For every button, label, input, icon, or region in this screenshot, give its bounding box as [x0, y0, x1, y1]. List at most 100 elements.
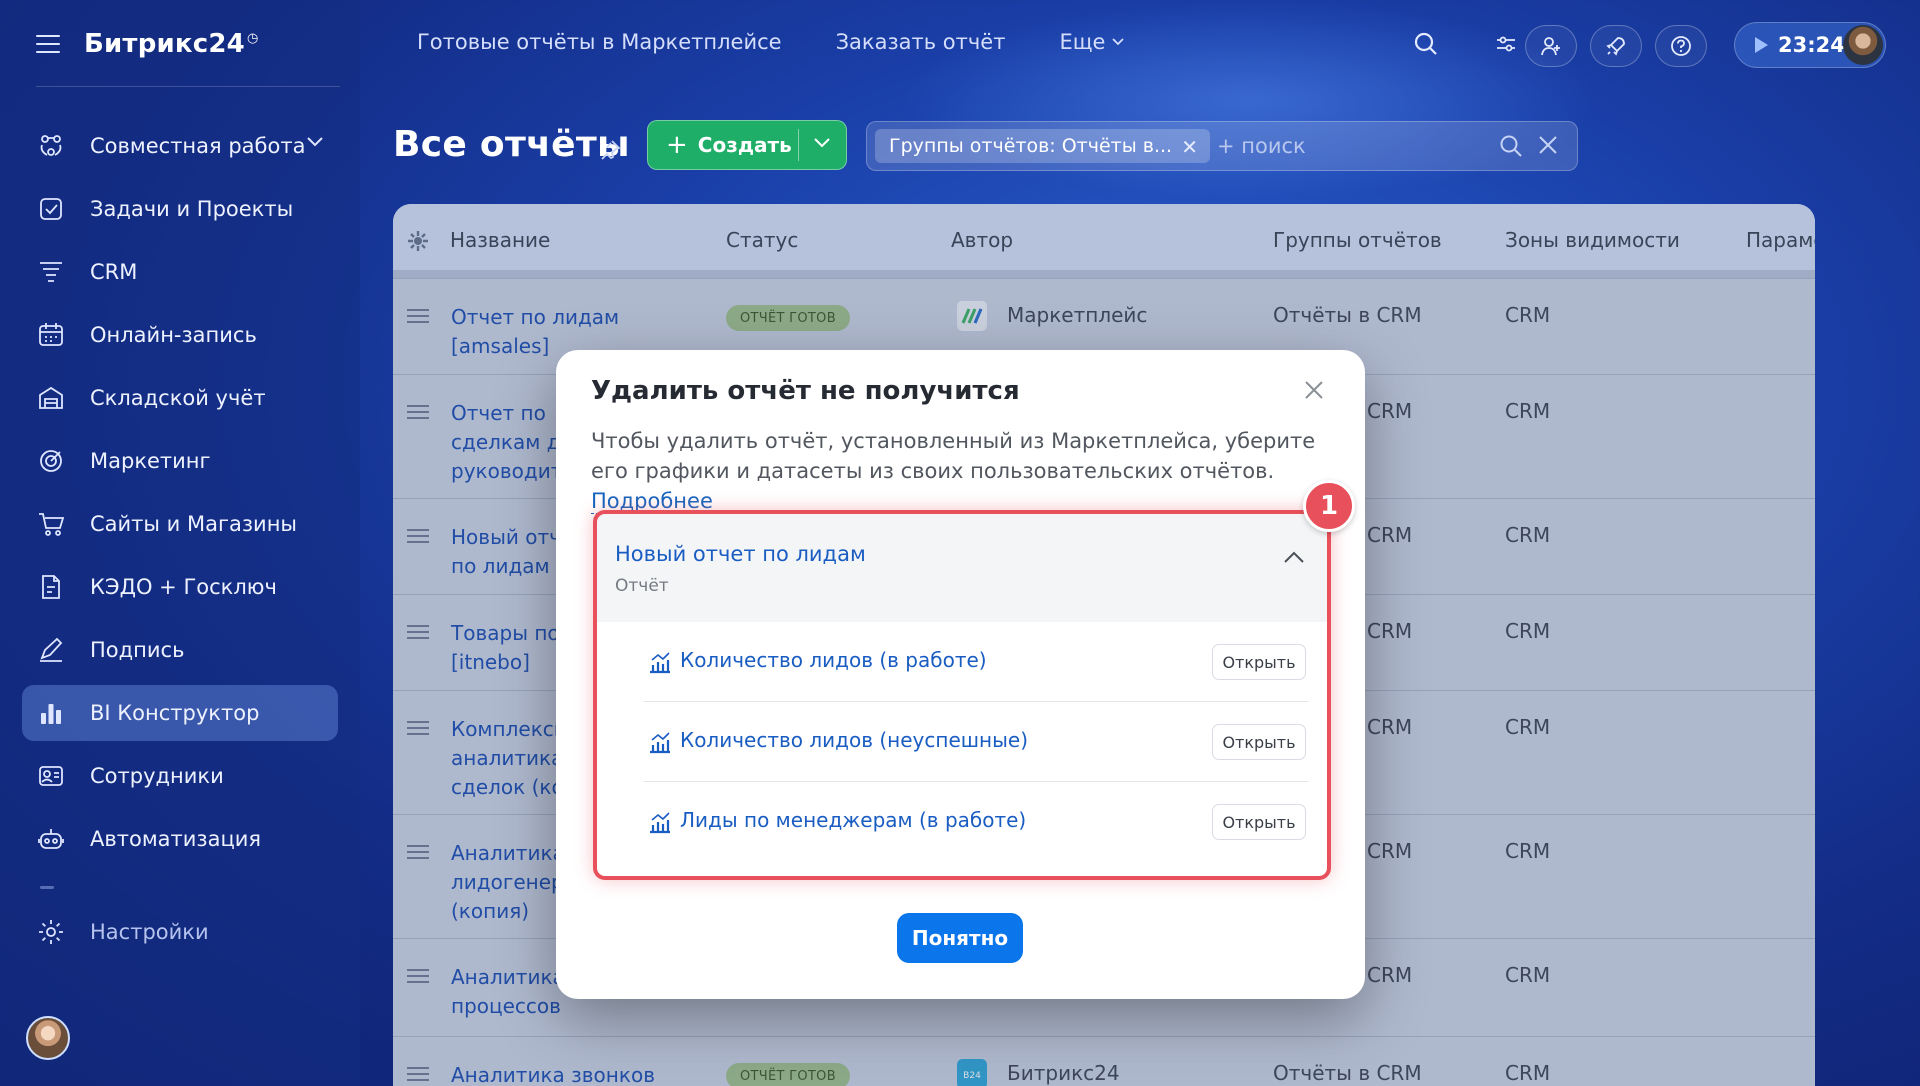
cart-icon: [36, 509, 66, 539]
pin-icon[interactable]: [598, 138, 622, 162]
menu-spacer: [22, 874, 338, 904]
sidebar-item-automation[interactable]: Автоматизация: [22, 811, 338, 867]
crm-icon: [36, 257, 66, 287]
create-label: Создать: [697, 133, 792, 157]
sidebar-item-label: CRM: [90, 260, 138, 284]
sidebar-item-employees[interactable]: Сотрудники: [22, 748, 338, 804]
sidebar-item-label: Онлайн-запись: [90, 323, 257, 347]
column-header-zones[interactable]: Зоны видимости: [1505, 228, 1680, 252]
sidebar-item-sites[interactable]: Сайты и Магазины: [22, 496, 338, 552]
rocket-button[interactable]: [1590, 25, 1642, 67]
search-icon[interactable]: [1499, 134, 1523, 158]
sliders-icon[interactable]: [1488, 26, 1524, 62]
employees-icon: [36, 761, 66, 791]
search-actions: [1499, 134, 1559, 158]
sidebar-item-label: Сайты и Магазины: [90, 512, 298, 536]
document-icon: [36, 572, 66, 602]
add-user-icon: [1541, 37, 1560, 56]
user-avatar[interactable]: [26, 1016, 70, 1060]
page-title: Все отчёты: [393, 124, 630, 165]
gear-icon: [36, 917, 66, 947]
sidebar-item-label: Совместная работа: [90, 134, 306, 158]
top-navigation: Готовые отчёты в Маркетплейсе Заказать о…: [417, 30, 1125, 54]
sidebar-item-label: Настройки: [90, 920, 209, 944]
highlight-frame: [593, 510, 1331, 880]
nav-marketplace-reports[interactable]: Готовые отчёты в Маркетплейсе: [417, 30, 782, 54]
sidebar-item-label: BI Конструктор: [90, 701, 260, 725]
close-icon[interactable]: ✕: [1181, 135, 1198, 159]
invite-user-button[interactable]: [1525, 25, 1577, 67]
search-icon[interactable]: [1408, 26, 1444, 62]
marketing-icon: [36, 446, 66, 476]
sidebar-item-bi-constructor[interactable]: BI Конструктор: [22, 685, 338, 741]
sidebar-item-label: Маркетинг: [90, 449, 211, 473]
gear-icon[interactable]: [407, 230, 429, 252]
create-separator: [798, 129, 799, 161]
column-header-params[interactable]: Параме: [1746, 228, 1815, 252]
rocket-icon: [1606, 37, 1625, 56]
dialog-title: Удалить отчёт не получится: [591, 376, 1020, 406]
column-header-groups[interactable]: Группы отчётов: [1273, 228, 1442, 252]
chevron-down-icon[interactable]: [306, 136, 324, 148]
sidebar-divider: [36, 86, 340, 87]
column-header-name[interactable]: Название: [450, 228, 550, 252]
dialog-message: Чтобы удалить отчёт, установленный из Ма…: [591, 429, 1316, 483]
clock-mark-icon: ◷: [246, 31, 259, 47]
sidebar-item-label: Задачи и Проекты: [90, 197, 294, 221]
filter-search-bar[interactable]: Группы отчётов: Отчёты в... ✕ + поиск: [866, 121, 1578, 171]
sidebar-item-label: Автоматизация: [90, 827, 262, 851]
tasks-icon: [36, 194, 66, 224]
brand-name: Битрикс24: [84, 29, 245, 59]
sidebar-item-label: Складской учёт: [90, 386, 266, 410]
signature-icon: [36, 635, 66, 665]
chevron-down-icon: [1112, 38, 1125, 46]
sidebar-item-marketing[interactable]: Маркетинг: [22, 433, 338, 489]
calendar-icon: [36, 320, 66, 350]
sidebar-item-booking[interactable]: Онлайн-запись: [22, 307, 338, 363]
logo-row: Битрикс24 ◷: [36, 26, 259, 62]
cannot-delete-dialog: Удалить отчёт не получится Чтобы удалить…: [556, 350, 1365, 999]
ok-button[interactable]: Понятно: [897, 913, 1023, 963]
bar-chart-icon: [36, 698, 66, 728]
help-button[interactable]: [1655, 25, 1707, 67]
column-header-status[interactable]: Статус: [726, 228, 798, 252]
nav-order-report[interactable]: Заказать отчёт: [836, 30, 1006, 54]
sidebar-item-label: Подпись: [90, 638, 185, 662]
sidebar: Битрикс24 ◷ Совместная работа Задачи и Пр…: [0, 0, 360, 1086]
robot-icon: [36, 824, 66, 854]
sidebar-item-kedo[interactable]: КЭДО + Госключ: [22, 559, 338, 615]
brand-logo[interactable]: Битрикс24 ◷: [84, 29, 259, 59]
nav-more-label: Еще: [1059, 30, 1106, 54]
clear-icon[interactable]: [1537, 134, 1559, 156]
menu-burger-icon[interactable]: [36, 35, 60, 53]
sidebar-item-label: Сотрудники: [90, 764, 224, 788]
help-icon: [1671, 36, 1691, 56]
sidebar-item-collab[interactable]: Совместная работа: [22, 118, 338, 174]
chevron-down-icon[interactable]: [813, 136, 831, 150]
filter-chip-label: Группы отчётов: Отчёты в...: [889, 135, 1173, 157]
step-number-badge: 1: [1303, 480, 1355, 532]
table-header: Название Статус Автор Группы отчётов Зон…: [393, 204, 1815, 278]
sidebar-item-settings[interactable]: Настройки: [22, 904, 338, 960]
nav-more[interactable]: Еще: [1059, 30, 1125, 54]
filter-chip[interactable]: Группы отчётов: Отчёты в... ✕: [875, 129, 1210, 163]
create-button[interactable]: + Создать: [647, 120, 847, 170]
sidebar-item-label: КЭДО + Госключ: [90, 575, 277, 599]
work-day-clock[interactable]: 23:24: [1734, 22, 1886, 68]
sidebar-item-signature[interactable]: Подпись: [22, 622, 338, 678]
profile-avatar[interactable]: [1843, 25, 1883, 65]
plus-icon: +: [666, 130, 688, 160]
sidebar-scroll-hint: [40, 886, 54, 889]
sidebar-item-tasks[interactable]: Задачи и Проекты: [22, 181, 338, 237]
sidebar-item-warehouse[interactable]: Складской учёт: [22, 370, 338, 426]
clock-time: 23:24: [1778, 33, 1845, 57]
collab-icon: [36, 131, 66, 161]
close-icon[interactable]: [1302, 378, 1326, 402]
dialog-text: Чтобы удалить отчёт, установленный из Ма…: [591, 426, 1331, 516]
sidebar-item-crm[interactable]: CRM: [22, 244, 338, 300]
warehouse-icon: [36, 383, 66, 413]
search-input[interactable]: + поиск: [1217, 134, 1306, 158]
sidebar-menu: Совместная работа Задачи и Проекты CRM О…: [22, 118, 338, 967]
column-header-author[interactable]: Автор: [951, 228, 1013, 252]
play-icon: [1755, 37, 1768, 53]
